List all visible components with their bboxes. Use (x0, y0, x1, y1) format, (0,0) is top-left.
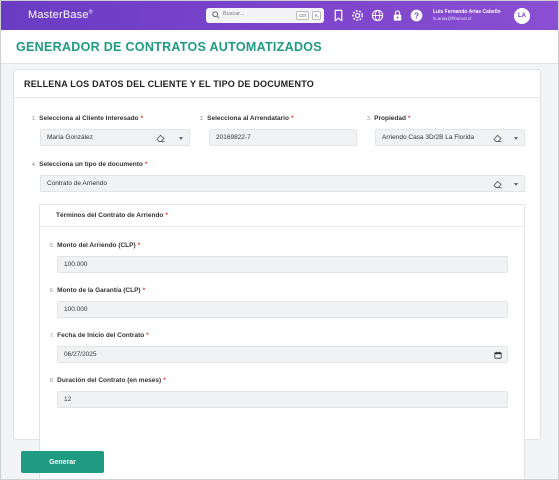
rent-label: 5. Monto del Arriendo (CLP) * (50, 242, 141, 249)
chevron-down-icon[interactable] (179, 137, 183, 140)
doc-type-label: 4. Selecciona un tipo de documento * (32, 161, 148, 168)
shortcut-k-badge: K (312, 11, 322, 20)
tenant-field[interactable]: 20169822-7 (209, 129, 357, 146)
bookmark-icon[interactable] (332, 9, 345, 22)
help-icon[interactable]: ? (410, 9, 423, 22)
deposit-label: 6. Monto de la Garantía (CLP) * (50, 287, 146, 294)
property-select-value: Arriendo Casa 3D/2B La Florida (382, 134, 475, 141)
divider (40, 226, 524, 227)
property-label: 3. Propiedad * (367, 115, 411, 122)
doc-type-select[interactable]: Contrato de Arriendo (40, 175, 525, 192)
tenant-field-value: 20169822-7 (216, 134, 251, 141)
svg-text:?: ? (414, 10, 419, 20)
calendar-icon[interactable] (494, 351, 502, 359)
generate-button[interactable]: Generar (21, 451, 104, 473)
app-logo[interactable]: MasterBase® (28, 9, 93, 21)
contract-terms-title: Términos del Contrato de Arriendo * (56, 212, 168, 219)
start-date-label: 7. Fecha de Inicio del Contrato * (50, 332, 149, 339)
form-card: RELLENA LOS DATOS DEL CLIENTE Y EL TIPO … (13, 69, 541, 479)
app-frame: MasterBase® Buscar... Ctrl K ? Luis Fern… (0, 0, 559, 480)
page-title: GENERADOR DE CONTRATOS AUTOMATIZADOS (16, 40, 322, 54)
client-select[interactable]: María González (40, 129, 190, 146)
clear-icon[interactable] (493, 180, 502, 188)
property-select[interactable]: Arriendo Casa 3D/2B La Florida (375, 129, 525, 146)
doc-type-select-value: Contrato de Arriendo (47, 180, 107, 187)
globe-icon[interactable] (371, 9, 384, 22)
settings-icon[interactable] (351, 9, 364, 22)
lock-icon[interactable] (391, 9, 404, 22)
start-date-input-value: 06/27/2025 (64, 351, 97, 358)
deposit-input[interactable]: 100.000 (57, 301, 508, 318)
contract-terms-panel: Términos del Contrato de Arriendo * 5. Mon… (39, 204, 525, 479)
deposit-input-value: 100.000 (64, 306, 88, 313)
search-placeholder: Buscar... (223, 11, 245, 17)
chevron-down-icon[interactable] (514, 183, 518, 186)
clear-icon[interactable] (493, 134, 502, 142)
search-box[interactable]: Buscar... Ctrl K (206, 8, 324, 23)
section-title: RELLENA LOS DATOS DEL CLIENTE Y EL TIPO … (24, 79, 314, 89)
duration-input[interactable]: 12 (57, 391, 508, 408)
rent-input-value: 100.000 (64, 261, 88, 268)
user-name: Luis Fernando Arias Cabello (433, 9, 501, 15)
chevron-down-icon[interactable] (514, 137, 518, 140)
rent-input[interactable]: 100.000 (57, 256, 508, 273)
clear-icon[interactable] (156, 134, 165, 142)
client-select-value: María González (47, 134, 93, 141)
client-label: 1. Selecciona al Cliente Interesado * (32, 115, 144, 122)
duration-label: 8. Duración del Contrato (en meses) * (50, 377, 166, 384)
page-header: GENERADOR DE CONTRATOS AUTOMATIZADOS (1, 30, 558, 64)
top-bar: MasterBase® Buscar... Ctrl K ? Luis Fern… (1, 1, 558, 30)
search-icon (212, 11, 220, 19)
user-email: lu.arias@fibamar.cl (433, 16, 472, 21)
duration-input-value: 12 (64, 396, 72, 403)
avatar[interactable]: LA (514, 8, 530, 24)
divider (14, 97, 540, 98)
start-date-input[interactable]: 06/27/2025 (57, 346, 508, 363)
tenant-label: 2. Selecciona al Arrendatario * (200, 115, 294, 122)
shortcut-ctrl-badge: Ctrl (296, 11, 309, 20)
